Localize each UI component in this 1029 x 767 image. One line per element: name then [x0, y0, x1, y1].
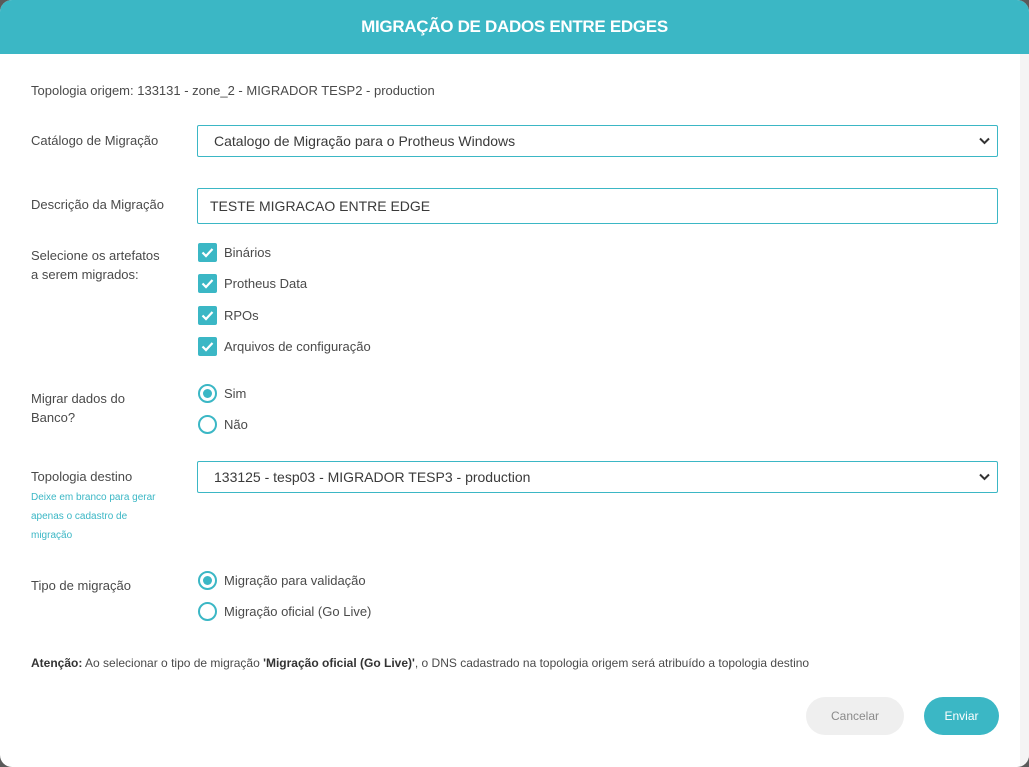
destination-hint-line3: migração: [31, 530, 73, 541]
radio-label: Migração para validação: [224, 573, 366, 588]
modal-header: MIGRAÇÃO DE DADOS ENTRE EDGES: [0, 0, 1029, 54]
scrollbar-track[interactable]: [1020, 54, 1029, 767]
send-button[interactable]: Enviar: [924, 697, 999, 735]
attention-text2: , o DNS cadastrado na topologia origem s…: [414, 656, 810, 670]
radio-label: Não: [224, 417, 248, 432]
database-yes-radio[interactable]: Sim: [198, 384, 246, 403]
destination-hint-line1: Deixe em branco para gerar: [31, 492, 156, 503]
chevron-down-icon: [971, 126, 997, 156]
radio-selected-icon: [198, 384, 217, 403]
modal-title: MIGRAÇÃO DE DADOS ENTRE EDGES: [361, 17, 668, 36]
attention-note: Atenção: Ao selecionar o tipo de migraçã…: [31, 656, 809, 670]
destination-hint-line2: apenas o cadastro de: [31, 511, 128, 522]
attention-text1: Ao selecionar o tipo de migração: [82, 656, 264, 670]
radio-label: Sim: [224, 386, 247, 401]
checkbox-checked-icon: [198, 337, 217, 356]
migration-type-label: Tipo de migração: [31, 578, 131, 593]
migration-golive-radio[interactable]: Migração oficial (Go Live): [198, 602, 371, 621]
checkbox-checked-icon: [198, 243, 217, 262]
artifact-protheus-data-checkbox[interactable]: Protheus Data: [198, 274, 307, 293]
description-label: Descrição da Migração: [31, 197, 164, 212]
origin-topology-text: Topologia origem: 133131 - zone_2 - MIGR…: [31, 83, 435, 98]
artifact-label: Protheus Data: [224, 276, 308, 291]
radio-label: Migração oficial (Go Live): [224, 604, 372, 619]
destination-label: Topologia destino: [31, 469, 133, 484]
artifact-rpos-checkbox[interactable]: RPOs: [198, 306, 259, 325]
catalog-select-value: Catalogo de Migração para o Protheus Win…: [214, 133, 516, 149]
artifacts-label-line1: Selecione os artefatos: [31, 248, 160, 263]
database-no-radio[interactable]: Não: [198, 415, 248, 434]
artifact-label: Arquivos de configuração: [224, 339, 371, 354]
artifact-binarios-checkbox[interactable]: Binários: [198, 243, 271, 262]
cancel-button[interactable]: Cancelar: [806, 697, 904, 735]
radio-unselected-icon: [198, 415, 217, 434]
destination-select-value: 133125 - tesp03 - MIGRADOR TESP3 - produ…: [214, 469, 531, 485]
attention-prefix: Atenção:: [31, 656, 83, 670]
catalog-select[interactable]: Catalogo de Migração para o Protheus Win…: [197, 125, 998, 157]
artifact-label: Binários: [224, 245, 271, 260]
artifact-config-files-checkbox[interactable]: Arquivos de configuração: [198, 337, 371, 356]
catalog-label: Catálogo de Migração: [31, 133, 159, 148]
radio-selected-icon: [198, 571, 217, 590]
chevron-down-icon: [971, 462, 997, 492]
checkbox-checked-icon: [198, 306, 217, 325]
database-label-line2: Banco?: [31, 410, 76, 425]
radio-unselected-icon: [198, 602, 217, 621]
destination-select[interactable]: 133125 - tesp03 - MIGRADOR TESP3 - produ…: [197, 461, 998, 493]
description-input[interactable]: [197, 188, 998, 224]
artifact-label: RPOs: [224, 308, 259, 323]
database-label-line1: Migrar dados do: [31, 391, 125, 406]
artifacts-label-line2: a serem migrados:: [31, 267, 139, 282]
migration-modal: MIGRAÇÃO DE DADOS ENTRE EDGES Topologia …: [0, 0, 1029, 767]
attention-highlight: 'Migração oficial (Go Live)': [263, 656, 415, 670]
checkbox-checked-icon: [198, 274, 217, 293]
migration-validation-radio[interactable]: Migração para validação: [198, 571, 366, 590]
